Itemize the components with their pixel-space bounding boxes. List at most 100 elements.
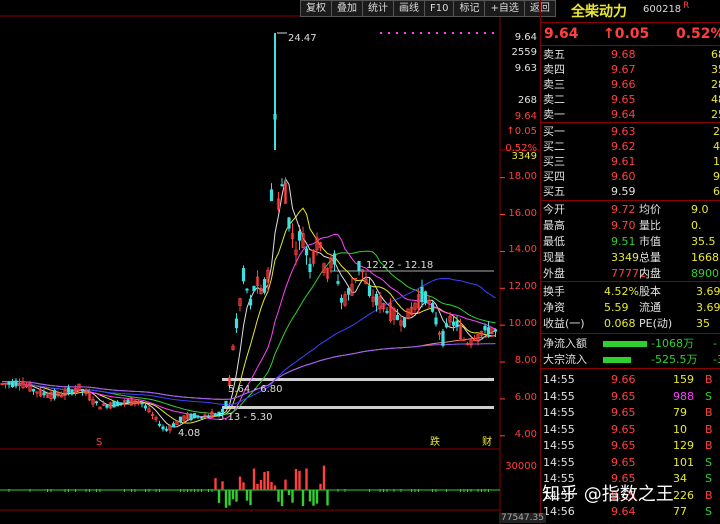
bid-price: 9.59 bbox=[611, 185, 636, 198]
candle-body bbox=[357, 260, 361, 271]
candle-body bbox=[339, 297, 344, 303]
tick-time: 14:55 bbox=[543, 439, 575, 452]
bid-price: 9.60 bbox=[611, 170, 636, 183]
tick-price: 9.65 bbox=[611, 439, 636, 452]
flow-bar bbox=[603, 357, 631, 363]
candle-body bbox=[105, 404, 109, 408]
volume-bar bbox=[294, 469, 298, 490]
bid-price: 9.62 bbox=[611, 140, 636, 153]
axis-label: ↑0.05 bbox=[506, 126, 537, 137]
volume-bar bbox=[259, 479, 263, 490]
tick-row: 14:55 9.65 10 B bbox=[541, 422, 720, 437]
bid-row: 买四 9.60 91 bbox=[541, 169, 720, 184]
axis-label: 9.63 bbox=[514, 63, 537, 74]
candle-body bbox=[441, 330, 445, 346]
ask-price: 9.64 bbox=[611, 108, 636, 121]
stat-value: 9.72 bbox=[611, 203, 636, 216]
low-label: 4.08 bbox=[178, 428, 200, 439]
toolbar-button[interactable]: 标记 bbox=[453, 0, 486, 17]
kline-chart[interactable]: 24.47 4.08 5.64 - 6.80 5.13 - 5.30 12.22 - 1… bbox=[0, 0, 540, 524]
candle-body bbox=[196, 415, 200, 418]
stat-label: 市值 bbox=[639, 235, 661, 248]
ask-volume: 68 bbox=[711, 48, 720, 61]
candle-body bbox=[280, 184, 284, 187]
tick-price: 9.65 bbox=[611, 422, 636, 436]
tick-volume: 159 bbox=[673, 373, 694, 386]
candle-body bbox=[157, 423, 162, 426]
tick-volume: 10 bbox=[673, 422, 687, 436]
flow-bar bbox=[603, 341, 647, 347]
tick-direction: S bbox=[705, 472, 712, 485]
stock-name: 全柴动力 bbox=[571, 4, 627, 20]
volume-bar bbox=[231, 490, 235, 500]
candle-body bbox=[126, 399, 130, 403]
ask-row: 卖五 9.68 68 bbox=[541, 47, 720, 62]
toolbar-button[interactable]: 复权 bbox=[300, 0, 332, 17]
candle-body bbox=[248, 298, 253, 306]
stat-row: 现量 3349总量 16685 bbox=[541, 250, 720, 265]
volume-bar bbox=[308, 490, 312, 502]
bid-row: 买二 9.62 48 bbox=[541, 139, 720, 154]
bid-label: 买三 bbox=[543, 155, 565, 168]
volume-bar bbox=[305, 468, 308, 490]
signal-marker: 跌 bbox=[430, 435, 440, 448]
stat-label: 净资 bbox=[543, 301, 565, 314]
axis-label: 3349 bbox=[511, 151, 537, 162]
ask-volume: 28 bbox=[711, 78, 720, 91]
ask-label: 卖二 bbox=[543, 93, 565, 106]
volume-bar bbox=[298, 470, 301, 490]
volume-bar bbox=[235, 490, 238, 502]
tick-direction: S bbox=[705, 505, 712, 518]
stock-code: 600218 bbox=[643, 4, 682, 15]
price-tick: 6.00 bbox=[514, 391, 537, 403]
stat-label: 收益(一) bbox=[543, 317, 585, 330]
candle-body bbox=[164, 428, 169, 431]
candle-body bbox=[70, 389, 74, 395]
stat-row: 净资 5.59 流通 3.69 bbox=[541, 300, 720, 315]
signal-marker: S bbox=[96, 437, 102, 448]
candle-body bbox=[161, 426, 165, 430]
stat-value: 16685 bbox=[691, 251, 720, 264]
toolbar-button[interactable]: 叠加 bbox=[331, 0, 363, 17]
candle-body bbox=[297, 231, 302, 241]
volume-bar bbox=[273, 485, 277, 490]
tick-time: 14:55 bbox=[543, 389, 575, 403]
stat-label: 最高 bbox=[543, 219, 565, 232]
stat-label: 现量 bbox=[543, 251, 565, 264]
candle-body bbox=[189, 413, 193, 421]
volume-bar bbox=[301, 490, 305, 506]
candle-body bbox=[451, 321, 456, 326]
candle-body bbox=[14, 380, 18, 387]
stat-value: 0.068 bbox=[604, 317, 636, 330]
candle-body bbox=[269, 189, 274, 202]
stat-label: 总量 bbox=[639, 251, 661, 264]
axis-label: 268 bbox=[517, 95, 537, 106]
toolbar-button[interactable]: F10 bbox=[424, 0, 455, 17]
candle-body bbox=[245, 288, 249, 291]
ask-price: 9.67 bbox=[611, 63, 636, 76]
stat-row: 换手 4.52% 股本 3.69 bbox=[541, 284, 720, 299]
tick-volume: 101 bbox=[673, 455, 694, 469]
bid-row: 买五 9.59 6 bbox=[541, 184, 720, 199]
ask-volume: 35 bbox=[711, 63, 720, 76]
tick-direction: B bbox=[705, 439, 713, 452]
flow-value: -525.5万 bbox=[651, 353, 698, 366]
candle-body bbox=[80, 388, 85, 392]
stat-label: 换手 bbox=[543, 285, 565, 298]
volume-bar bbox=[224, 490, 228, 508]
price-axis: 9.64 2559 9.63 268 9.64 ↑0.05 0.52% 3349 18.00 16… bbox=[500, 0, 540, 524]
price-tick: 14.00 bbox=[508, 244, 537, 256]
stat-label: 今开 bbox=[543, 203, 565, 216]
toolbar-button[interactable]: 画线 bbox=[393, 0, 425, 17]
tick-row: 14:55 9.65 988 S bbox=[541, 389, 720, 404]
ask-row: 卖三 9.66 28 bbox=[541, 77, 720, 92]
stat-value: 9.51 bbox=[611, 235, 636, 248]
candle-body bbox=[252, 285, 256, 292]
candle-body bbox=[140, 402, 144, 405]
tick-row: 14:55 9.65 79 B bbox=[541, 405, 720, 420]
tick-time: 14:55 bbox=[543, 455, 575, 469]
toolbar-button[interactable]: 统计 bbox=[362, 0, 394, 17]
volume-bar bbox=[263, 471, 266, 490]
bid-volume: 48 bbox=[713, 140, 720, 153]
candle-body bbox=[336, 281, 340, 284]
